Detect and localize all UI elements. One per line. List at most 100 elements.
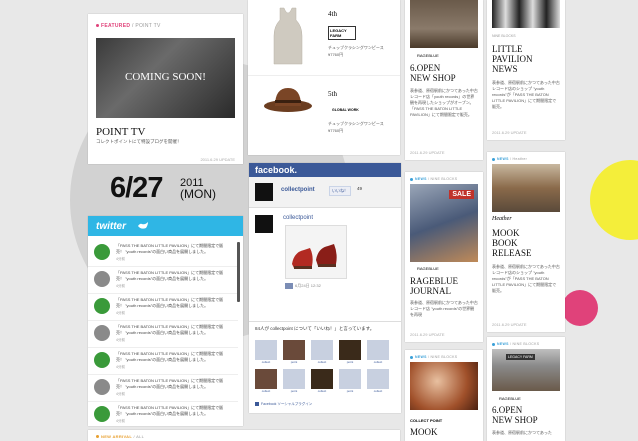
news-dot-icon <box>410 177 413 181</box>
facebook-plugin-label: Facebook ソーシャルプラグイン <box>255 402 312 407</box>
tweet-item[interactable]: 「PASS THE BATON LITTLE PAVILION」にて期間限定で販… <box>88 267 238 294</box>
tweet-avatar[interactable] <box>94 406 110 422</box>
tweet-time: 4分前 <box>116 284 125 288</box>
journal-title: RAGEBLUE JOURNAL <box>410 276 458 296</box>
mook-photo <box>410 362 478 410</box>
tweet-text: 「PASS THE BATON LITTLE PAVILION」にて期間限定で販… <box>116 297 224 308</box>
tank-top-icon <box>273 7 303 65</box>
post-author[interactable]: collectpoint <box>283 215 313 221</box>
pink-circle-decoration <box>562 290 598 326</box>
tweet-text: 「PASS THE BATON LITTLE PAVILION」にて期間限定で販… <box>116 378 224 389</box>
product-item-2[interactable]: 5th GLOBAL WORK チュッブクラシングワンピース ¥7760円 <box>248 76 400 155</box>
store-sign: LEGACY FARM <box>506 354 535 360</box>
new-shop-brand: RAGEBLUE <box>499 396 521 401</box>
twitter-logo[interactable]: twitter <box>96 221 126 232</box>
page: FEATURED / POINT TV COMING SOON! POINT T… <box>0 0 638 441</box>
coming-soon-label: COMING SOON! <box>125 71 206 83</box>
tweet-item[interactable]: 「PASS THE BATON LITTLE PAVILION」にて期間限定で販… <box>88 402 238 426</box>
tweet-avatar[interactable] <box>94 244 110 260</box>
tweet-item[interactable]: 「PASS THE BATON LITTLE PAVILION」にて期間限定で販… <box>88 348 238 375</box>
tweet-text: 「PASS THE BATON LITTLE PAVILION」にて期間限定で販… <box>116 351 224 362</box>
featured-title[interactable]: POINT TV <box>96 126 145 138</box>
fan-name: collect <box>373 389 383 393</box>
like-button[interactable]: いいね！ <box>329 186 351 196</box>
page-avatar[interactable] <box>255 183 273 201</box>
shop-title: 6.OPEN NEW SHOP <box>410 63 456 83</box>
fan-grid: collect point collect point collect collect po… <box>255 340 395 398</box>
tweet-item[interactable]: 「PASS THE BATON LITTLE PAVILION」にて期間限定で販… <box>88 294 238 321</box>
fan-item[interactable]: point <box>339 340 361 367</box>
fan-item[interactable]: collect <box>255 369 277 396</box>
new-arrival-card[interactable]: NEW ARRIVAL / ALL <box>88 430 400 441</box>
shop-brand: RAGEBLUE <box>417 53 439 58</box>
rageblue-shop-card[interactable]: RAGEBLUE 6.OPEN NEW SHOP 表参道、原宿駅前にかつてあった… <box>405 0 483 160</box>
heather-desc: 表参道、原宿駅前にかつてあった中古レコード店のショップ "youth recor… <box>492 264 560 293</box>
featured-photo[interactable]: COMING SOON! <box>96 38 235 118</box>
featured-tag: FEATURED / POINT TV <box>96 23 161 29</box>
fan-item[interactable]: point <box>339 369 361 396</box>
twitter-scrollbar[interactable] <box>237 242 240 302</box>
facebook-page-name[interactable]: collectpoint <box>281 187 315 193</box>
heather-date: 2011.6.29 UPDATE <box>492 322 527 327</box>
fan-name: collect <box>373 360 383 364</box>
fan-name: collect <box>317 389 327 393</box>
pavilion-tag: NINE BLOCKS <box>492 34 516 38</box>
yellow-circle-decoration <box>590 160 638 240</box>
featured-dot-icon <box>96 24 99 28</box>
fan-avatar <box>339 369 361 389</box>
pavilion-photo <box>492 0 560 28</box>
tweet-avatar[interactable] <box>94 379 110 395</box>
mook-book-release-card[interactable]: NEWS / Heather Heather MOOK BOOK RELEASE… <box>487 152 565 332</box>
tweet-time: 4分前 <box>116 365 125 369</box>
fan-item[interactable]: collect <box>311 340 333 367</box>
fan-avatar <box>367 340 389 360</box>
tweet-avatar[interactable] <box>94 325 110 341</box>
fan-item[interactable]: collect <box>311 369 333 396</box>
featured-desc: コレクトポイントにて特設ブログを開催！ <box>96 139 182 144</box>
product-2-label: 5th <box>328 90 337 98</box>
mook-title: MOOK <box>410 427 438 437</box>
product-1-label: 4th <box>328 10 337 18</box>
fan-avatar <box>367 369 389 389</box>
new-shop-card[interactable]: NEWS / NINE BLOCKS LEGACY FARM RAGEBLUE … <box>487 337 565 441</box>
heather-brand: Heather <box>492 216 512 222</box>
product-1-desc: チュッブクラシングワンピース <box>328 45 384 50</box>
rageblue-journal-card[interactable]: NEWS / NINE BLOCKS SALE RAGEBLUE RAGEBLU… <box>405 172 483 342</box>
fan-item[interactable]: point <box>283 369 305 396</box>
mook-brand: COLLECT POINT <box>410 418 443 423</box>
product-1-price: ¥7760円 <box>328 52 344 57</box>
featured-card[interactable]: FEATURED / POINT TV COMING SOON! POINT T… <box>88 14 243 164</box>
shop-date: 2011.6.29 UPDATE <box>410 150 445 155</box>
tweet-item[interactable]: 「PASS THE BATON LITTLE PAVILION」にて期間限定で販… <box>88 240 238 267</box>
post-avatar[interactable] <box>255 215 273 233</box>
tweet-avatar[interactable] <box>94 298 110 314</box>
like-count: 49 <box>357 186 363 191</box>
pavilion-desc: 表参道、原宿駅前にかつてあった中古レコード店のショップ "youth recor… <box>492 80 560 109</box>
product-item-1[interactable]: 4th LEGACY FARM チュッブクラシングワンピース ¥7760円 <box>248 0 400 76</box>
tweet-item[interactable]: 「PASS THE BATON LITTLE PAVILION」にて期間限定で販… <box>88 321 238 348</box>
fan-avatar <box>255 369 277 389</box>
fan-item[interactable]: point <box>283 340 305 367</box>
collect-point-mook-card[interactable]: NEWS / NINE BLOCKS COLLECT POINT MOOK <box>405 350 483 441</box>
date-weekday: (MON) <box>180 187 216 201</box>
tweet-avatar[interactable] <box>94 352 110 368</box>
store-photo: LEGACY FARM <box>492 349 560 391</box>
pavilion-title: LITTLE PAVILION NEWS <box>492 44 533 74</box>
little-pavilion-card[interactable]: NINE BLOCKS LITTLE PAVILION NEWS 表参道、原宿駅… <box>487 0 565 140</box>
fan-avatar <box>339 340 361 360</box>
sale-badge: SALE <box>449 190 474 199</box>
facebook-logo[interactable]: facebook. <box>255 165 297 175</box>
fan-item[interactable]: collect <box>255 340 277 367</box>
tweet-item[interactable]: 「PASS THE BATON LITTLE PAVILION」にて期間限定で販… <box>88 375 238 402</box>
tweet-time: 4分前 <box>116 419 125 423</box>
fan-name: collect <box>261 389 271 393</box>
tweet-avatar[interactable] <box>94 271 110 287</box>
fan-item[interactable]: collect <box>367 340 389 367</box>
post-photo[interactable] <box>285 225 347 279</box>
new-shop-desc: 表参道、原宿駅前にかつてあった <box>492 430 552 435</box>
fan-item[interactable]: collect <box>367 369 389 396</box>
tweet-list[interactable]: 「PASS THE BATON LITTLE PAVILION」にて期間限定で販… <box>88 240 238 426</box>
facebook-post: collectpoint 6月24日 12:32 <box>249 207 401 319</box>
product-2-price: ¥7760円 <box>328 128 344 133</box>
fan-avatar <box>255 340 277 360</box>
